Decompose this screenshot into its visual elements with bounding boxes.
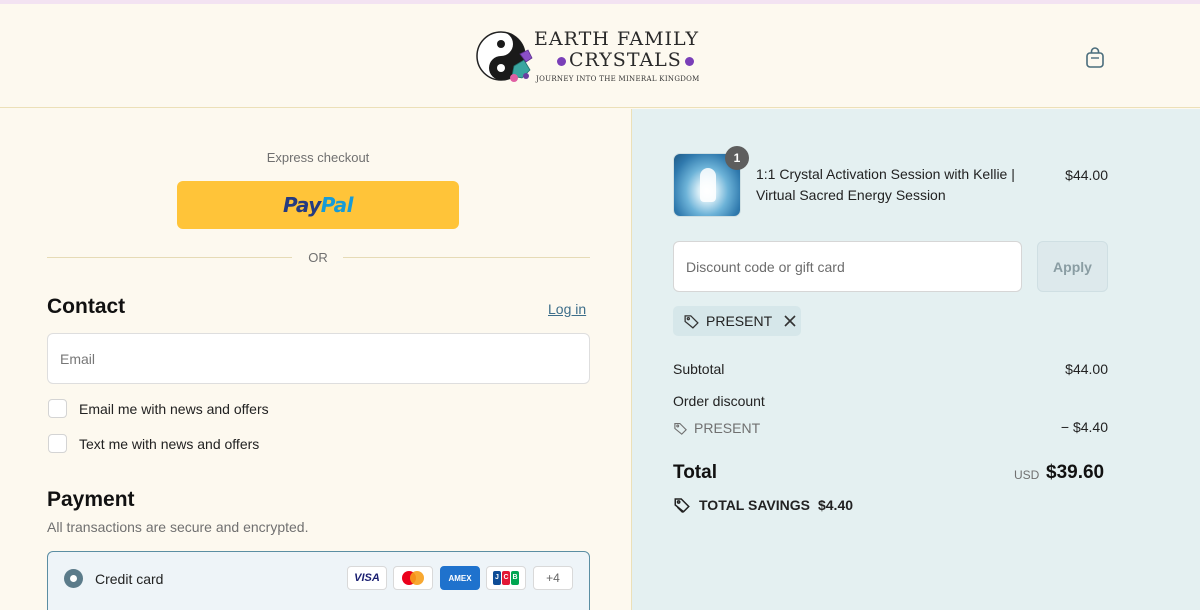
total-savings-row: TOTAL SAVINGS $4.40 — [673, 496, 853, 514]
total-value: $39.60 — [1046, 462, 1105, 483]
discount-code-row: PRESENT — [673, 420, 760, 436]
divider — [47, 257, 292, 258]
subtotal-label: Subtotal — [673, 361, 725, 377]
credit-card-option[interactable]: Credit card VISA AMEX JCB +4 — [47, 551, 590, 610]
remove-discount-icon[interactable] — [783, 314, 797, 328]
paypal-logo-pal: Pal — [320, 193, 354, 217]
or-divider-label: OR — [308, 250, 328, 265]
gem-icon — [684, 56, 694, 66]
logo-tagline: JOURNEY INTO THE MINERAL KINGDOM — [536, 75, 700, 83]
email-input[interactable] — [47, 333, 590, 384]
checkout-form-panel: Express checkout Pay Pal OR Contact Log i… — [0, 109, 632, 610]
currency-code: USD — [1014, 468, 1040, 482]
visa-icon: VISA — [347, 566, 387, 590]
more-cards-badge: +4 — [533, 566, 573, 590]
subtotal-value: $44.00 — [1065, 361, 1108, 377]
apply-discount-button[interactable]: Apply — [1037, 241, 1108, 292]
tag-icon — [684, 314, 699, 329]
tag-icon — [674, 422, 687, 435]
credit-card-radio[interactable] — [64, 569, 83, 588]
email-news-checkbox[interactable] — [48, 399, 67, 418]
text-news-checkbox[interactable] — [48, 434, 67, 453]
discount-amount: − $4.40 — [1060, 419, 1108, 435]
product-name: 1:1 Crystal Activation Session with Kell… — [756, 166, 1015, 203]
text-news-option[interactable]: Text me with news and offers — [48, 434, 259, 453]
shopping-bag-icon[interactable] — [1083, 46, 1107, 70]
credit-card-label: Credit card — [95, 571, 164, 587]
logo-title-line1: EARTH FAMILY — [534, 28, 700, 50]
contact-heading: Contact — [47, 295, 126, 318]
total-savings-value: $4.40 — [817, 497, 854, 513]
divider — [343, 257, 590, 258]
total-savings-label: TOTAL SAVINGS — [699, 497, 810, 513]
email-news-option[interactable]: Email me with news and offers — [48, 399, 269, 418]
paypal-logo-pay: Pay — [282, 193, 321, 217]
login-link[interactable]: Log in — [548, 301, 586, 317]
applied-code-label: PRESENT — [706, 313, 773, 329]
total-label: Total — [673, 462, 717, 483]
text-news-label: Text me with news and offers — [79, 435, 260, 452]
mastercard-icon — [393, 566, 433, 590]
site-header: EARTH FAMILY CRYSTALS JOURNEY INTO THE M… — [0, 4, 1200, 108]
product-price: $44.00 — [1065, 167, 1108, 183]
jcb-icon: JCB — [486, 566, 526, 590]
applied-discount-chip: PRESENT — [673, 306, 801, 336]
payment-heading: Payment — [47, 488, 135, 511]
discount-code-label: PRESENT — [694, 420, 761, 436]
savings-tag-icon — [674, 498, 690, 514]
gem-icon — [557, 56, 566, 66]
payment-subtitle: All transactions are secure and encrypte… — [47, 519, 309, 535]
yin-yang-crystal-emblem-icon — [476, 31, 533, 82]
logo-title-line2: CRYSTALS — [554, 49, 697, 71]
quantity-badge: 1 — [725, 146, 749, 170]
express-checkout-label: Express checkout — [266, 150, 370, 165]
discount-code-input[interactable] — [673, 241, 1022, 292]
email-news-label: Email me with news and offers — [79, 400, 269, 417]
order-discount-label: Order discount — [673, 393, 765, 409]
amex-icon: AMEX — [440, 566, 480, 590]
store-logo[interactable]: EARTH FAMILY CRYSTALS JOURNEY INTO THE M… — [474, 26, 699, 88]
paypal-button[interactable]: Pay Pal — [177, 181, 459, 229]
